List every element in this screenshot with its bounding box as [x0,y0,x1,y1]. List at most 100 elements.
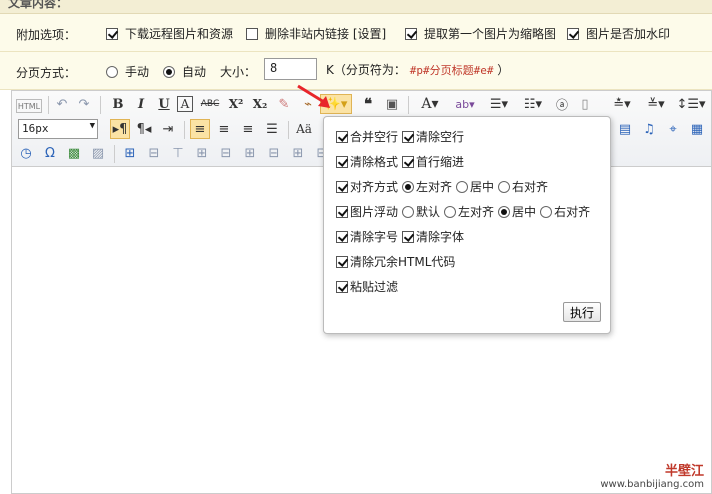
undo-icon[interactable]: ↶ [52,94,72,114]
clear-empty-lines-option[interactable]: 清除空行 [402,128,464,145]
music-icon[interactable]: ♫ [639,119,659,139]
ltr-icon[interactable]: ▸¶ [110,119,130,139]
paging-manual[interactable]: 手动 [106,63,149,80]
deletecol-icon[interactable]: ⊟ [264,143,284,163]
pasteplain-icon[interactable]: ▣ [382,94,402,114]
checkbox[interactable] [402,130,415,143]
specialchar-icon[interactable]: Ω [40,143,60,163]
mergecells-icon[interactable]: ⊞ [288,143,308,163]
forecolor-icon[interactable]: A▾ [416,94,444,114]
image-float-option[interactable]: 图片浮动 [336,203,398,220]
redo-icon[interactable]: ↷ [74,94,94,114]
text-align-option[interactable]: 对齐方式 [336,178,398,195]
checkbox-extract-thumbnail[interactable] [405,27,417,40]
merge-empty-lines-option[interactable]: 合并空行 [336,128,398,145]
clear-redundant-html-option[interactable]: 清除冗余HTML代码 [336,253,455,270]
superscript-icon[interactable]: X² [226,94,246,114]
clear-format-option[interactable]: 清除格式 [336,153,398,170]
checkbox-download-remote[interactable] [106,27,118,40]
clear-font-family-option[interactable]: 清除字体 [402,228,464,245]
insertimage-icon[interactable]: ▩ [64,143,84,163]
radio-auto[interactable] [163,65,175,78]
paste-filter-option[interactable]: 粘贴过滤 [336,278,398,295]
float-default-radio[interactable]: 默认 [402,203,440,220]
align-left-radio[interactable]: 左对齐 [402,178,452,195]
ordered-list-icon[interactable]: ☰▾ [484,94,514,114]
italic-icon[interactable]: I [131,94,151,114]
underline-icon[interactable]: U [154,94,174,114]
rowspacing-bottom-icon[interactable]: ≚▾ [642,94,670,114]
radio[interactable] [402,205,415,218]
option-remove-links[interactable]: 删除非站内链接 [设置] [246,25,386,42]
watermark-brand: 半壁江 [664,464,704,479]
align-left-icon[interactable]: ≡ [190,119,210,139]
checkbox-remove-links[interactable] [246,27,258,40]
float-left-radio[interactable]: 左对齐 [444,203,494,220]
checkbox[interactable] [402,230,415,243]
radio[interactable] [402,180,415,193]
first-line-indent-option[interactable]: 首行缩进 [402,153,464,170]
float-center-radio[interactable]: 居中 [498,203,536,220]
checkbox[interactable] [336,205,348,218]
size-input[interactable]: 8 [264,58,317,80]
align-right-icon[interactable]: ≡ [238,119,258,139]
clear-font-size-option[interactable]: 清除字号 [336,228,398,245]
strikethrough-icon[interactable]: ABC [200,94,220,114]
snapscreen-icon[interactable]: ▨ [88,143,108,163]
insertparagraph-icon[interactable]: ⊤ [168,143,188,163]
radio[interactable] [540,205,553,218]
fontborder-icon[interactable]: A [177,96,193,112]
eraser-icon[interactable]: ✎ [274,94,294,114]
font-size-select[interactable]: 16px ▼ [18,119,98,139]
deletetable-icon[interactable]: ⊟ [144,143,164,163]
touppercase-icon[interactable]: Aä [294,119,314,139]
radio-manual[interactable] [106,65,118,78]
blockquote-icon[interactable]: ❝ [358,94,378,114]
option-download-remote[interactable]: 下载远程图片和资源 [106,25,233,42]
checkbox[interactable] [336,130,348,143]
selectall-icon[interactable]: ⓐ [552,94,572,114]
unordered-list-icon[interactable]: ☷▾ [518,94,548,114]
source-icon[interactable]: HTML [16,99,42,113]
checkbox[interactable] [336,230,348,243]
autotypeset-icon[interactable]: ✨▾ [320,94,352,114]
radio[interactable] [498,205,511,218]
formatmatch-icon[interactable]: ⌁ [298,94,318,114]
radio[interactable] [456,180,469,193]
align-center-radio[interactable]: 居中 [456,178,494,195]
checkbox-watermark[interactable] [567,27,579,40]
cleardoc-icon[interactable]: ▯ [575,94,595,114]
insertcol-icon[interactable]: ⊞ [240,143,260,163]
bold-icon[interactable]: B [108,94,128,114]
rowspacing-top-icon[interactable]: ≛▾ [608,94,636,114]
checkbox[interactable] [402,155,415,168]
paging-manual-label: 手动 [125,65,150,79]
checkbox[interactable] [336,180,348,193]
align-justify-icon[interactable]: ☰ [262,119,282,139]
checkbox[interactable] [336,155,348,168]
insertrow-icon[interactable]: ⊞ [192,143,212,163]
map-icon[interactable]: ▦ [687,119,707,139]
backcolor-icon[interactable]: ab▾ [450,94,480,114]
option-extract-thumbnail[interactable]: 提取第一个图片为缩略图 [405,25,556,42]
rtl-icon[interactable]: ¶◂ [134,119,154,139]
float-right-radio[interactable]: 右对齐 [540,203,590,220]
indent-icon[interactable]: ⇥ [158,119,178,139]
inserttable-icon[interactable]: ⊞ [120,143,140,163]
video-icon[interactable]: ▤ [615,119,635,139]
deleterow-icon[interactable]: ⊟ [216,143,236,163]
checkbox[interactable] [336,255,348,268]
separator [48,96,49,114]
align-right-radio[interactable]: 右对齐 [498,178,548,195]
align-center-icon[interactable]: ≡ [214,119,234,139]
time-icon[interactable]: ◷ [16,143,36,163]
radio[interactable] [444,205,457,218]
lineheight-icon[interactable]: ↕☰▾ [676,94,706,114]
run-button[interactable]: 执行 [563,302,601,322]
attachment-icon[interactable]: ⌖ [663,119,683,139]
option-watermark[interactable]: 图片是否加水印 [567,25,670,42]
subscript-icon[interactable]: X₂ [250,94,270,114]
radio[interactable] [498,180,511,193]
paging-auto[interactable]: 自动 [163,63,206,80]
checkbox[interactable] [336,280,348,293]
